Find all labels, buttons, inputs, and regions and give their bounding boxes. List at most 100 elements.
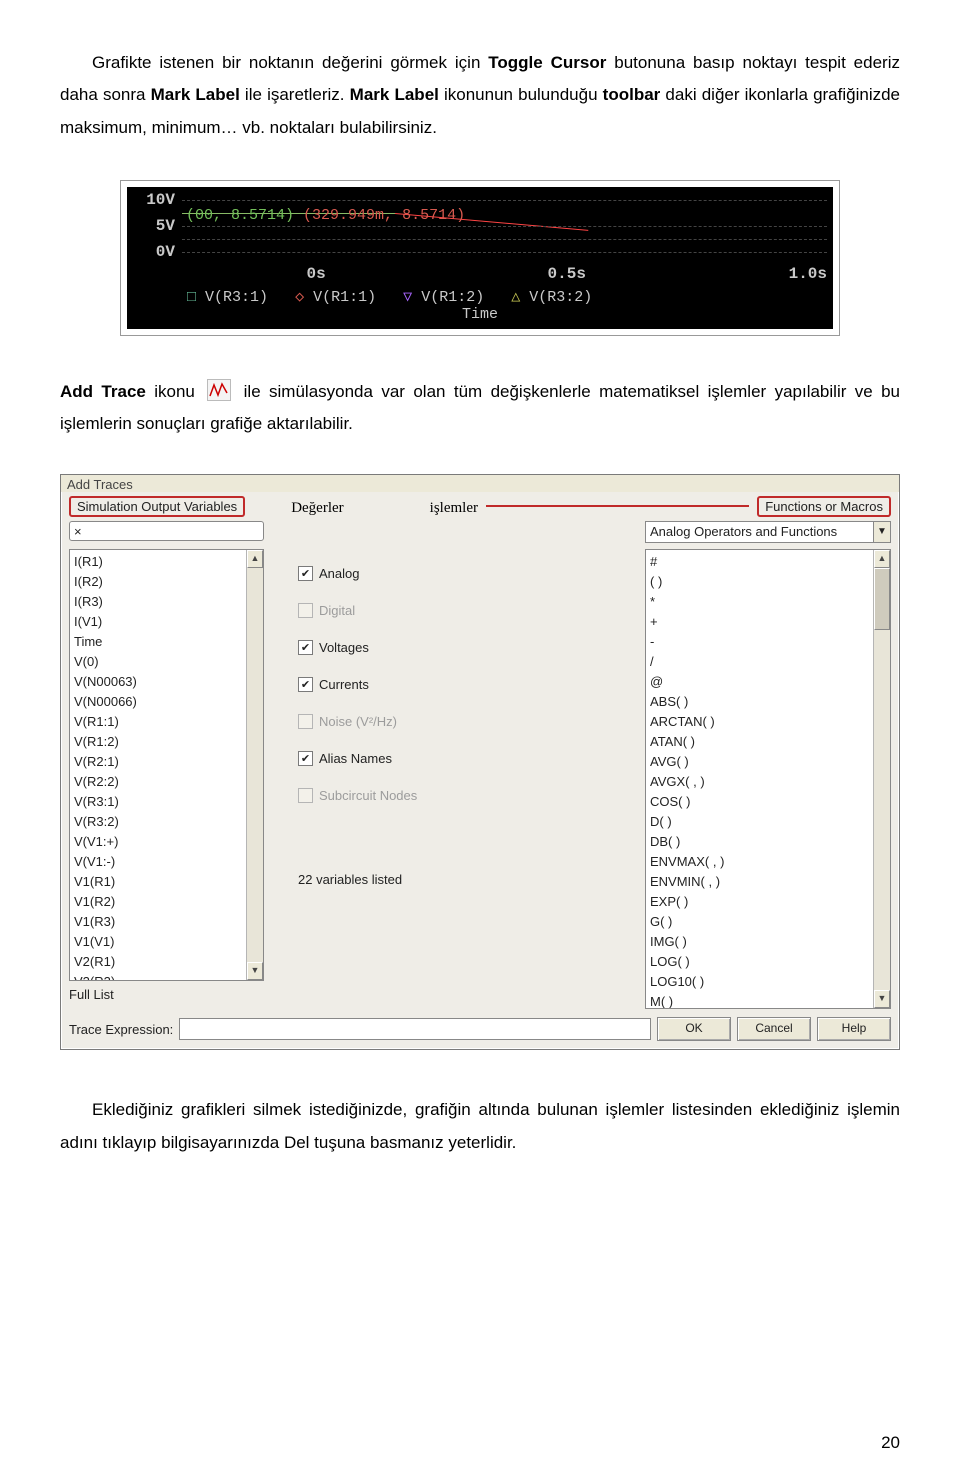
full-list-label: Full List xyxy=(69,987,264,1002)
text: Grafikte istenen bir noktanın değerini g… xyxy=(92,53,488,72)
list-item[interactable]: IMG( ) xyxy=(650,932,869,952)
scroll-down-icon[interactable]: ▼ xyxy=(247,962,263,980)
list-item[interactable]: V(V1:-) xyxy=(74,852,242,872)
checkbox-currents[interactable]: ✔Currents xyxy=(298,677,631,692)
list-item[interactable]: V1(R2) xyxy=(74,892,242,912)
text: ikonu xyxy=(146,382,203,401)
annotation-islemler: işlemler xyxy=(430,500,478,517)
annotation-connector-line xyxy=(486,505,749,507)
add-traces-dialog: Add Traces Simulation Output Variables D… xyxy=(60,474,900,1050)
x-axis-label: Time xyxy=(133,306,827,323)
list-item[interactable]: V(R3:1) xyxy=(74,792,242,812)
list-item[interactable]: V2(R1) xyxy=(74,952,242,972)
list-item[interactable]: V2(R2) xyxy=(74,972,242,980)
checkbox-voltages[interactable]: ✔Voltages xyxy=(298,640,631,655)
list-item[interactable]: M( ) xyxy=(650,992,869,1008)
marker-2: (329.949m, 8.5714) xyxy=(303,207,465,224)
variables-listbox[interactable]: I(R1)I(R2)I(R3)I(V1)TimeV(0)V(N00063)V(N… xyxy=(69,549,264,981)
section-sim-output-vars: Simulation Output Variables xyxy=(69,496,245,517)
list-item[interactable]: - xyxy=(650,632,869,652)
scrollbar[interactable]: ▲ ▼ xyxy=(873,550,890,1008)
list-item[interactable]: Time xyxy=(74,632,242,652)
list-item[interactable]: V(0) xyxy=(74,652,242,672)
list-item[interactable]: DB( ) xyxy=(650,832,869,852)
list-item[interactable]: EXP( ) xyxy=(650,892,869,912)
term-toolbar: toolbar xyxy=(603,85,661,104)
waveform-plot-screenshot: 10V 5V (00, 8.5714) (329.949m, 8.5714) xyxy=(120,180,840,336)
list-item[interactable]: * xyxy=(650,592,869,612)
list-item[interactable]: V(R1:1) xyxy=(74,712,242,732)
add-trace-icon xyxy=(207,379,231,401)
legend-marker-icon: △ xyxy=(511,289,520,306)
list-item[interactable]: V(R1:2) xyxy=(74,732,242,752)
list-item[interactable]: V(N00063) xyxy=(74,672,242,692)
section-functions-macros: Functions or Macros xyxy=(757,496,891,517)
scroll-up-icon[interactable]: ▲ xyxy=(247,550,263,568)
checkbox-alias-names[interactable]: ✔Alias Names xyxy=(298,751,631,766)
annotation-degerler: Değerler xyxy=(291,500,343,517)
list-item[interactable]: I(V1) xyxy=(74,612,242,632)
paragraph-3: Eklediğiniz grafikleri silmek istediğini… xyxy=(60,1094,900,1159)
term-add-trace: Add Trace xyxy=(60,382,146,401)
list-item[interactable]: V1(R3) xyxy=(74,912,242,932)
list-item[interactable]: V(R2:2) xyxy=(74,772,242,792)
scroll-down-icon[interactable]: ▼ xyxy=(874,990,890,1008)
legend-2: V(R1:1) xyxy=(313,289,376,306)
paragraph-2: Add Trace ikonu ile simülasyonda var ola… xyxy=(60,376,900,441)
page-number: 20 xyxy=(881,1433,900,1453)
list-item[interactable]: V(R3:2) xyxy=(74,812,242,832)
ok-button[interactable]: OK xyxy=(657,1017,731,1041)
trace-expression-input[interactable] xyxy=(179,1018,651,1040)
checkbox-subcircuit-nodes: Subcircuit Nodes xyxy=(298,788,631,803)
legend-marker-icon: ◇ xyxy=(295,289,304,306)
scroll-thumb[interactable] xyxy=(874,568,890,630)
text: ile işaretleriz. xyxy=(240,85,350,104)
list-item[interactable]: D( ) xyxy=(650,812,869,832)
list-item[interactable]: I(R2) xyxy=(74,572,242,592)
trace-expression-label: Trace Expression: xyxy=(69,1022,173,1037)
legend-marker-icon: ▽ xyxy=(403,289,412,306)
dialog-title: Add Traces xyxy=(61,475,899,492)
list-item[interactable]: / xyxy=(650,652,869,672)
variable-filter-input[interactable]: × xyxy=(69,521,264,541)
list-item[interactable]: ENVMAX( , ) xyxy=(650,852,869,872)
help-button[interactable]: Help xyxy=(817,1017,891,1041)
term-mark-label-2: Mark Label xyxy=(350,85,439,104)
checkbox-digital: Digital xyxy=(298,603,631,618)
list-item[interactable]: I(R3) xyxy=(74,592,242,612)
list-item[interactable]: G( ) xyxy=(650,912,869,932)
variables-count: 22 variables listed xyxy=(298,872,631,887)
functions-combo[interactable]: Analog Operators and Functions xyxy=(645,521,874,543)
x-tick-mid: 0.5s xyxy=(480,265,654,283)
list-item[interactable]: AVGX( , ) xyxy=(650,772,869,792)
list-item[interactable]: V(N00066) xyxy=(74,692,242,712)
cancel-button[interactable]: Cancel xyxy=(737,1017,811,1041)
list-item[interactable]: @ xyxy=(650,672,869,692)
term-mark-label: Mark Label xyxy=(151,85,240,104)
list-item[interactable]: V1(V1) xyxy=(74,932,242,952)
chevron-down-icon[interactable]: ▼ xyxy=(874,521,891,543)
list-item[interactable]: V(V1:+) xyxy=(74,832,242,852)
list-item[interactable]: COS( ) xyxy=(650,792,869,812)
scrollbar[interactable]: ▲ ▼ xyxy=(246,550,263,980)
list-item[interactable]: # xyxy=(650,552,869,572)
list-item[interactable]: LOG10( ) xyxy=(650,972,869,992)
list-item[interactable]: V1(R1) xyxy=(74,872,242,892)
list-item[interactable]: ENVMIN( , ) xyxy=(650,872,869,892)
paragraph-1: Grafikte istenen bir noktanın değerini g… xyxy=(60,47,900,144)
functions-listbox[interactable]: #( )*+-/@ABS( )ARCTAN( )ATAN( )AVG( )AVG… xyxy=(645,549,891,1009)
list-item[interactable]: ( ) xyxy=(650,572,869,592)
text: ikonunun bulunduğu xyxy=(439,85,603,104)
list-item[interactable]: AVG( ) xyxy=(650,752,869,772)
y-tick-0v: 0V xyxy=(133,243,181,261)
checkbox-analog[interactable]: ✔Analog xyxy=(298,566,631,581)
list-item[interactable]: + xyxy=(650,612,869,632)
list-item[interactable]: ABS( ) xyxy=(650,692,869,712)
list-item[interactable]: I(R1) xyxy=(74,552,242,572)
list-item[interactable]: LOG( ) xyxy=(650,952,869,972)
list-item[interactable]: ARCTAN( ) xyxy=(650,712,869,732)
scroll-up-icon[interactable]: ▲ xyxy=(874,550,890,568)
list-item[interactable]: ATAN( ) xyxy=(650,732,869,752)
list-item[interactable]: V(R2:1) xyxy=(74,752,242,772)
y-tick-10v: 10V xyxy=(133,191,181,209)
